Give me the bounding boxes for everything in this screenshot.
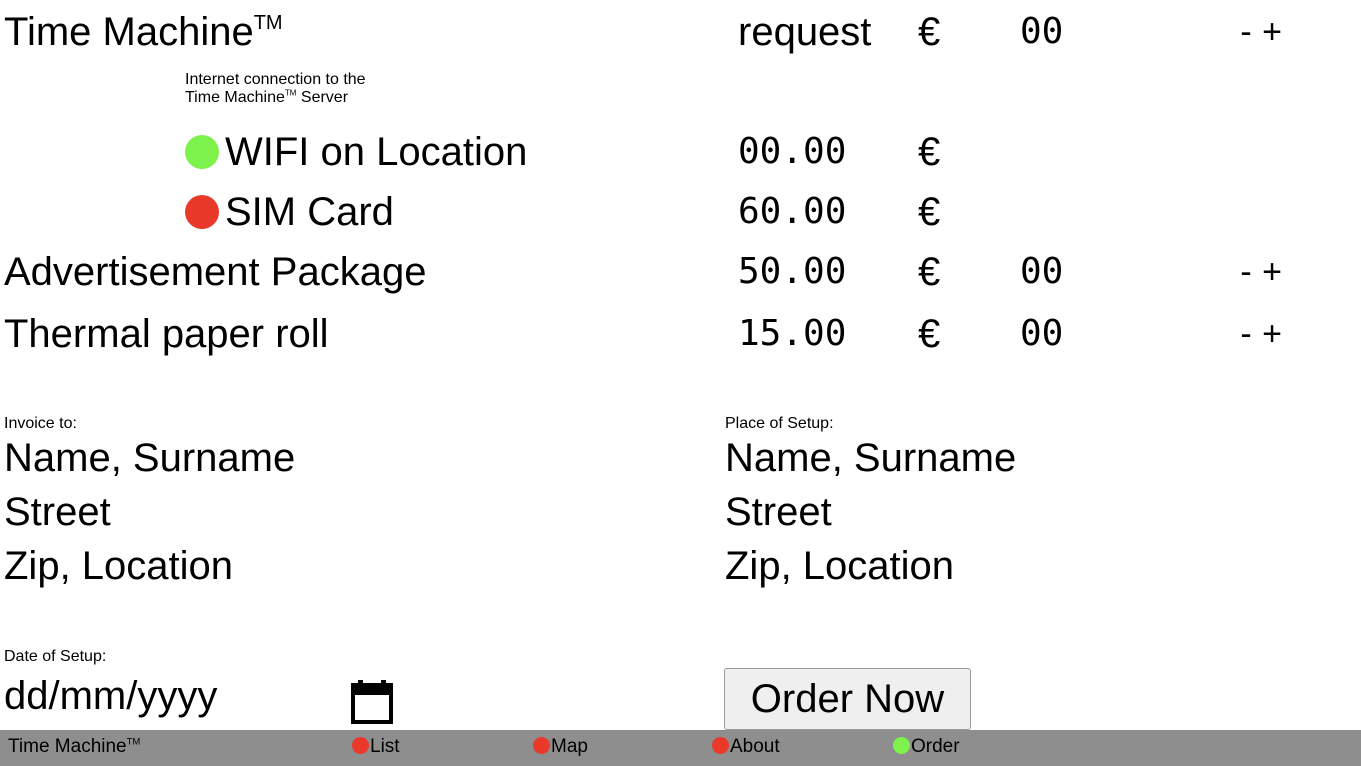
addon-paper-roll-increment-button[interactable]: + xyxy=(1259,310,1285,358)
date-field xyxy=(4,674,324,719)
calendar-icon-graphic xyxy=(351,680,393,724)
date-input[interactable] xyxy=(4,674,324,719)
nav-item-list[interactable]: List xyxy=(352,736,400,758)
invoice-street-input[interactable] xyxy=(4,490,604,535)
addon-advertisement-price: 50.00 xyxy=(738,251,847,292)
inactive-dot-icon xyxy=(352,737,369,754)
footer-brand-text: Time Machine xyxy=(8,736,127,757)
trademark-mark: TM xyxy=(284,88,297,98)
invoice-fields xyxy=(4,436,604,598)
addon-paper-roll-price: 15.00 xyxy=(738,313,847,354)
footer-brand[interactable]: Time MachineTM xyxy=(8,736,140,758)
sim-price: 60.00 xyxy=(738,191,847,232)
connection-option-sim[interactable]: SIM Card xyxy=(185,188,394,236)
inactive-dot-icon xyxy=(533,737,550,754)
product-title-text: Time Machine xyxy=(4,10,254,54)
selected-radio-icon xyxy=(185,135,219,169)
invoice-zip-input[interactable] xyxy=(4,544,604,589)
connection-caption-brand: Time Machine xyxy=(185,89,285,106)
nav-item-map-label: Map xyxy=(551,736,588,757)
product-decrement-button[interactable]: - xyxy=(1233,8,1259,56)
connection-caption-line2: Time MachineTM Server xyxy=(185,89,366,107)
addon-advertisement-label: Advertisement Package xyxy=(4,250,427,294)
nav-item-order-label: Order xyxy=(911,736,960,757)
footer-nav: Time MachineTM List Map About Order xyxy=(0,730,1361,766)
product-increment-button[interactable]: + xyxy=(1259,8,1285,56)
connection-caption: Internet connection to the Time MachineT… xyxy=(185,71,366,107)
trademark-mark: TM xyxy=(253,12,283,34)
nav-item-list-label: List xyxy=(370,736,400,757)
nav-item-about-label: About xyxy=(730,736,780,757)
addon-advertisement-currency: € xyxy=(918,250,941,294)
product-title: Time MachineTM xyxy=(4,8,283,56)
addon-advertisement-increment-button[interactable]: + xyxy=(1259,248,1285,296)
setup-place-fields xyxy=(725,436,1325,598)
connection-option-sim-label: SIM Card xyxy=(225,190,394,234)
invoice-heading: Invoice to: xyxy=(4,415,77,432)
setup-name-input[interactable] xyxy=(725,436,1325,481)
addon-paper-roll-currency: € xyxy=(918,312,941,356)
date-heading: Date of Setup: xyxy=(4,648,107,665)
connection-option-wifi[interactable]: WIFI on Location xyxy=(185,128,527,176)
product-price: request xyxy=(738,10,872,54)
nav-item-map[interactable]: Map xyxy=(533,736,588,758)
calendar-icon[interactable] xyxy=(350,678,394,724)
connection-option-wifi-label: WIFI on Location xyxy=(225,130,528,174)
connection-caption-suffix: Server xyxy=(296,89,349,106)
setup-zip-input[interactable] xyxy=(725,544,1325,589)
nav-item-order[interactable]: Order xyxy=(893,736,960,758)
addon-advertisement-decrement-button[interactable]: - xyxy=(1233,248,1259,296)
unselected-radio-icon xyxy=(185,195,219,229)
trademark-mark: TM xyxy=(126,736,141,748)
inactive-dot-icon xyxy=(712,737,729,754)
order-page: Time MachineTM request € 00 - + Internet … xyxy=(0,0,1361,766)
wifi-currency: € xyxy=(918,130,941,174)
setup-place-heading: Place of Setup: xyxy=(725,415,834,432)
active-dot-icon xyxy=(893,737,910,754)
addon-paper-roll-label: Thermal paper roll xyxy=(4,312,329,356)
product-currency: € xyxy=(918,10,941,54)
addon-paper-roll-decrement-button[interactable]: - xyxy=(1233,310,1259,358)
invoice-name-input[interactable] xyxy=(4,436,604,481)
wifi-price: 00.00 xyxy=(738,131,847,172)
setup-street-input[interactable] xyxy=(725,490,1325,535)
addon-advertisement-stepper: - + xyxy=(1233,248,1285,296)
nav-item-about[interactable]: About xyxy=(712,736,780,758)
addon-paper-roll-stepper: - + xyxy=(1233,310,1285,358)
order-now-button[interactable]: Order Now xyxy=(724,668,971,730)
addon-advertisement-quantity: 00 xyxy=(1020,251,1064,292)
product-quantity: 00 xyxy=(1020,11,1064,52)
sim-currency: € xyxy=(918,190,941,234)
connection-caption-line1: Internet connection to the xyxy=(185,71,366,88)
addon-paper-roll-quantity: 00 xyxy=(1020,313,1064,354)
product-quantity-stepper: - + xyxy=(1233,8,1285,56)
